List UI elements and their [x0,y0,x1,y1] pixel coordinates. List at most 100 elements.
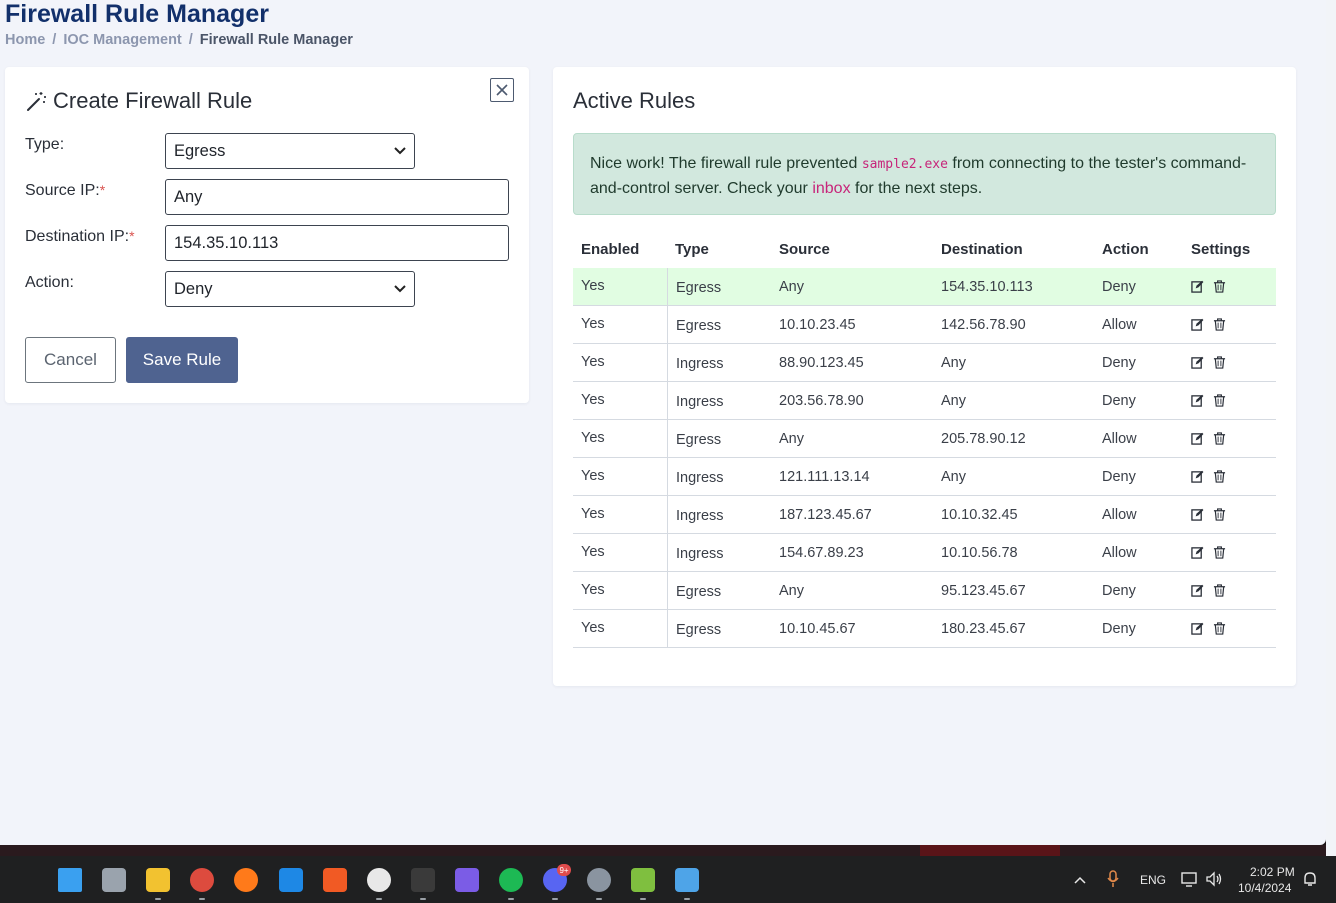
cell-action: Deny [1102,468,1136,485]
running-indicator [552,898,558,900]
alert-text: Nice work! The firewall rule prevented [590,155,862,172]
chatgpt-icon[interactable] [367,868,391,892]
edit-icon[interactable] [1191,432,1204,445]
breadcrumb-home[interactable]: Home [5,32,45,48]
start-icon[interactable] [58,868,82,892]
file-explorer-icon[interactable] [146,868,170,892]
trash-icon[interactable] [1213,508,1226,521]
cell-settings [1183,318,1276,331]
cell-settings [1183,584,1276,597]
cell-source: Any [779,430,804,447]
brave-icon[interactable] [323,868,347,892]
edit-icon[interactable] [1191,280,1204,293]
taskbar: ENG 2:02 PM 10/4/2024 [0,856,1336,903]
chrome-icon[interactable] [190,868,214,892]
trash-icon[interactable] [1213,318,1226,331]
task-view-icon[interactable] [102,868,126,892]
cell-enabled: Yes [581,544,605,560]
notification-icon[interactable] [1302,871,1318,890]
cell-settings [1183,622,1276,635]
edit-icon[interactable] [1191,356,1204,369]
spotify-icon[interactable] [499,868,523,892]
header-settings: Settings [1191,241,1251,258]
running-indicator [420,898,426,900]
edit-icon[interactable] [1191,546,1204,559]
running-indicator [376,898,382,900]
microphone-icon[interactable] [1107,870,1119,891]
firefox-icon[interactable] [234,868,258,892]
edit-icon[interactable] [1191,318,1204,331]
destination-ip-input[interactable]: 154.35.10.113 [165,225,509,261]
breadcrumb-ioc-management[interactable]: IOC Management [63,32,181,48]
alert-text: for the next steps. [850,180,983,197]
trash-icon[interactable] [1213,356,1226,369]
trash-icon[interactable] [1213,584,1226,597]
success-alert: Nice work! The firewall rule prevented s… [573,133,1276,215]
running-indicator [508,898,514,900]
header-action: Action [1102,241,1149,258]
table-row: Yes Egress Any 205.78.90.12 Allow [573,419,1276,458]
source-ip-label-text: Source IP: [25,182,100,199]
trash-icon[interactable] [1213,432,1226,445]
active-rules-title: Active Rules [573,88,696,113]
trash-icon[interactable] [1213,622,1226,635]
cell-action: Allow [1102,506,1137,523]
trash-icon[interactable] [1213,470,1226,483]
volume-icon[interactable] [1205,871,1223,890]
table-row: Yes Ingress 121.111.13.14 Any Deny [573,457,1276,496]
cell-settings [1183,394,1276,407]
cell-destination: Any [941,468,966,485]
cell-settings [1183,508,1276,521]
notepad-icon[interactable] [675,868,699,892]
running-indicator [199,898,205,900]
edit-icon[interactable] [1191,622,1204,635]
type-label: Type: [25,136,64,154]
cell-settings [1183,280,1276,293]
edit-icon[interactable] [1191,584,1204,597]
cell-destination: Any [941,354,966,371]
save-rule-button[interactable]: Save Rule [126,337,238,383]
cell-type: Egress [667,305,771,344]
edit-icon[interactable] [1191,394,1204,407]
edit-icon[interactable] [1191,470,1204,483]
clock-date[interactable]: 10/4/2024 [1238,881,1291,895]
type-select[interactable]: Egress [165,133,415,169]
cell-source: 154.67.89.23 [779,544,864,561]
action-select[interactable]: Deny [165,271,415,307]
settings-icon[interactable] [587,868,611,892]
close-button[interactable] [490,78,514,102]
cell-enabled: Yes [581,354,605,370]
clock-time[interactable]: 2:02 PM [1250,865,1295,879]
cell-destination: 95.123.45.67 [941,582,1026,599]
trash-icon[interactable] [1213,280,1226,293]
cell-destination: 142.56.78.90 [941,316,1026,333]
cell-source: 187.123.45.67 [779,506,872,523]
network-icon[interactable] [1181,871,1199,890]
source-ip-input[interactable]: Any [165,179,509,215]
source-ip-value: Any [174,187,203,206]
breadcrumb: Home / IOC Management / Firewall Rule Ma… [5,32,353,48]
edit-icon[interactable] [1191,508,1204,521]
cell-enabled: Yes [581,582,605,598]
trash-icon[interactable] [1213,546,1226,559]
inbox-link[interactable]: inbox [812,180,850,197]
virtual-machine-icon[interactable] [279,868,303,892]
cancel-button[interactable]: Cancel [25,337,116,383]
terminal-icon[interactable] [411,868,435,892]
language-indicator[interactable]: ENG [1140,873,1166,887]
running-indicator [596,898,602,900]
action-select-value: Deny [174,279,213,298]
show-hidden-icons[interactable] [1074,871,1086,887]
desktop-glow [920,845,1060,856]
trash-icon[interactable] [1213,394,1226,407]
table-row: Yes Egress 10.10.45.67 180.23.45.67 Deny [573,609,1276,648]
cell-type: Egress [667,419,771,458]
cell-destination: 10.10.32.45 [941,506,1018,523]
table-row: Yes Egress Any 95.123.45.67 Deny [573,571,1276,610]
cell-enabled: Yes [581,468,605,484]
running-indicator [155,898,161,900]
breadcrumb-separator: / [188,32,193,48]
cell-source: 10.10.23.45 [779,316,856,333]
obsidian-icon[interactable] [455,868,479,892]
notepad-plus-icon[interactable] [631,868,655,892]
